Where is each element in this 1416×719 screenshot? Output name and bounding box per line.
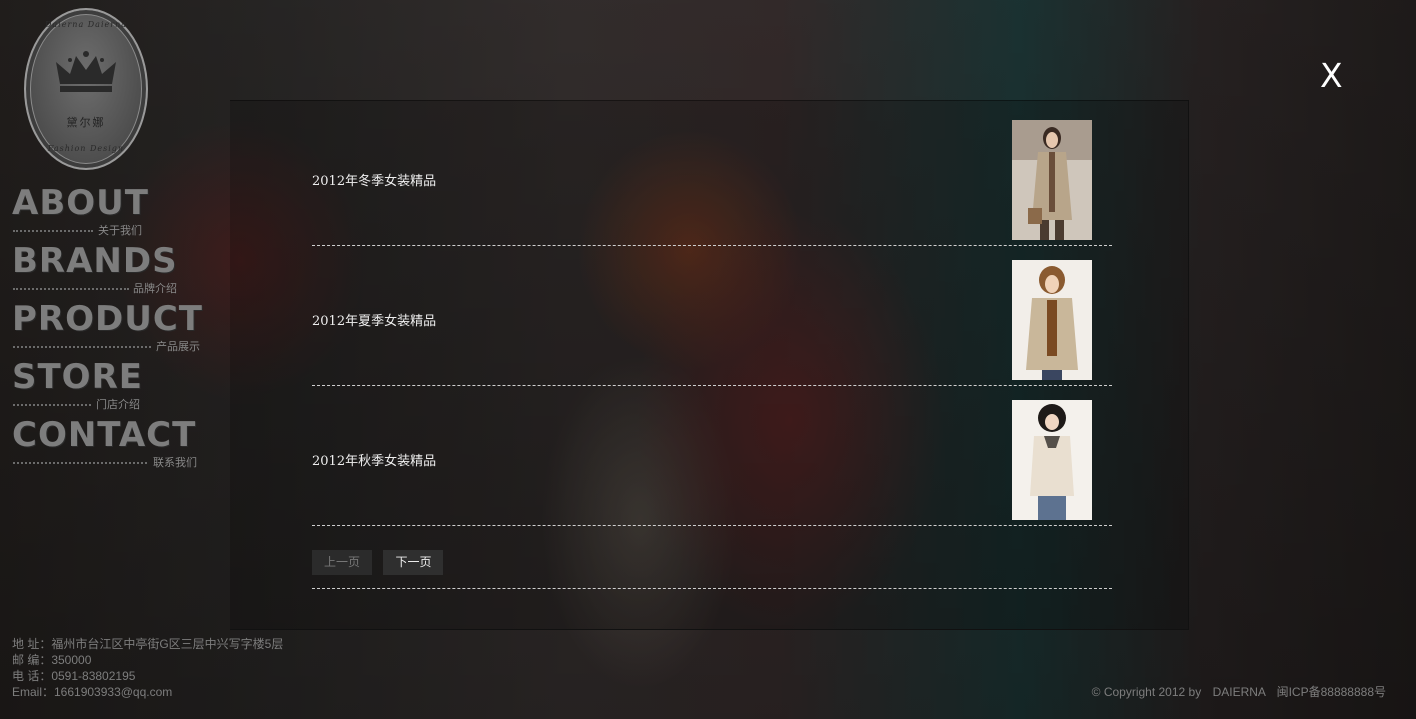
product-list: 2012年冬季女装精品 2012年夏季女装精品 2012年秋季女装精品: [312, 120, 1112, 540]
divider: [312, 588, 1112, 589]
pagination: 上一页 下一页: [312, 550, 450, 575]
contact-address: 地 址：福州市台江区中亭街G区三层中兴写字楼5层: [12, 637, 284, 651]
nav-item-contact[interactable]: CONTACT 联系我们: [12, 416, 203, 474]
close-button[interactable]: X: [1320, 56, 1343, 95]
product-title-link[interactable]: 2012年夏季女装精品: [312, 310, 436, 329]
nav-divider: [13, 404, 91, 406]
nav-divider: [13, 288, 129, 290]
list-item: 2012年冬季女装精品: [312, 120, 1112, 246]
nav-label-en: STORE: [12, 357, 143, 397]
icp-number: 闽ICP备88888888号: [1276, 685, 1386, 699]
nav-item-brands[interactable]: BRANDS 品牌介绍: [12, 242, 203, 300]
contact-info: 地 址：福州市台江区中亭街G区三层中兴写字楼5层 邮 编：350000 电 话：…: [12, 636, 283, 700]
product-thumbnail[interactable]: [1012, 120, 1092, 240]
copyright-brand: DAIERNA: [1212, 685, 1266, 699]
copyright-text: © Copyright 2012 by: [1091, 685, 1202, 699]
nav-label-cn: 联系我们: [153, 457, 197, 469]
product-title-link[interactable]: 2012年冬季女装精品: [312, 170, 436, 189]
nav-label-en: ABOUT: [12, 183, 149, 223]
main-nav: ABOUT 关于我们 BRANDS 品牌介绍 PRODUCT 产品展示 STOR…: [12, 184, 203, 474]
model-photo-icon: [1012, 120, 1092, 240]
nav-divider: [13, 346, 151, 348]
product-thumbnail[interactable]: [1012, 400, 1092, 520]
nav-label-cn: 产品展示: [156, 341, 200, 353]
logo-arc-bottom: Fashion Design: [47, 144, 125, 153]
nav-label-en: PRODUCT: [12, 299, 203, 339]
nav-label-cn: 门店介绍: [96, 399, 140, 411]
model-photo-icon: [1012, 400, 1092, 520]
nav-divider: [13, 230, 93, 232]
model-photo-icon: [1012, 260, 1092, 380]
product-title-link[interactable]: 2012年秋季女装精品: [312, 450, 436, 469]
nav-label-cn: 关于我们: [98, 225, 142, 237]
list-item: 2012年秋季女装精品: [312, 400, 1112, 526]
logo-arc-top: Daierna Daierna: [45, 20, 127, 29]
crown-icon: [56, 51, 116, 92]
nav-item-about[interactable]: ABOUT 关于我们: [12, 184, 203, 242]
contact-zip: 邮 编：350000: [12, 653, 92, 667]
nav-item-store[interactable]: STORE 门店介绍: [12, 358, 203, 416]
contact-email: Email：1661903933@qq.com: [12, 685, 173, 699]
nav-label-en: CONTACT: [12, 415, 197, 455]
list-item: 2012年夏季女装精品: [312, 260, 1112, 386]
brand-logo[interactable]: Daierna Daierna 黛尔娜 Fashion Design: [24, 8, 148, 170]
product-thumbnail[interactable]: [1012, 260, 1092, 380]
logo-brand-name: 黛尔娜: [66, 116, 106, 129]
copyright: © Copyright 2012 by DAIERNA 闽ICP备8888888…: [1084, 683, 1386, 700]
next-page-button[interactable]: 下一页: [383, 550, 444, 575]
nav-label-en: BRANDS: [12, 241, 178, 281]
prev-page-button[interactable]: 上一页: [312, 550, 372, 575]
nav-item-product[interactable]: PRODUCT 产品展示: [12, 300, 203, 358]
contact-phone: 电 话：0591-83802195: [12, 669, 136, 683]
nav-label-cn: 品牌介绍: [133, 283, 177, 295]
nav-divider: [13, 462, 147, 464]
